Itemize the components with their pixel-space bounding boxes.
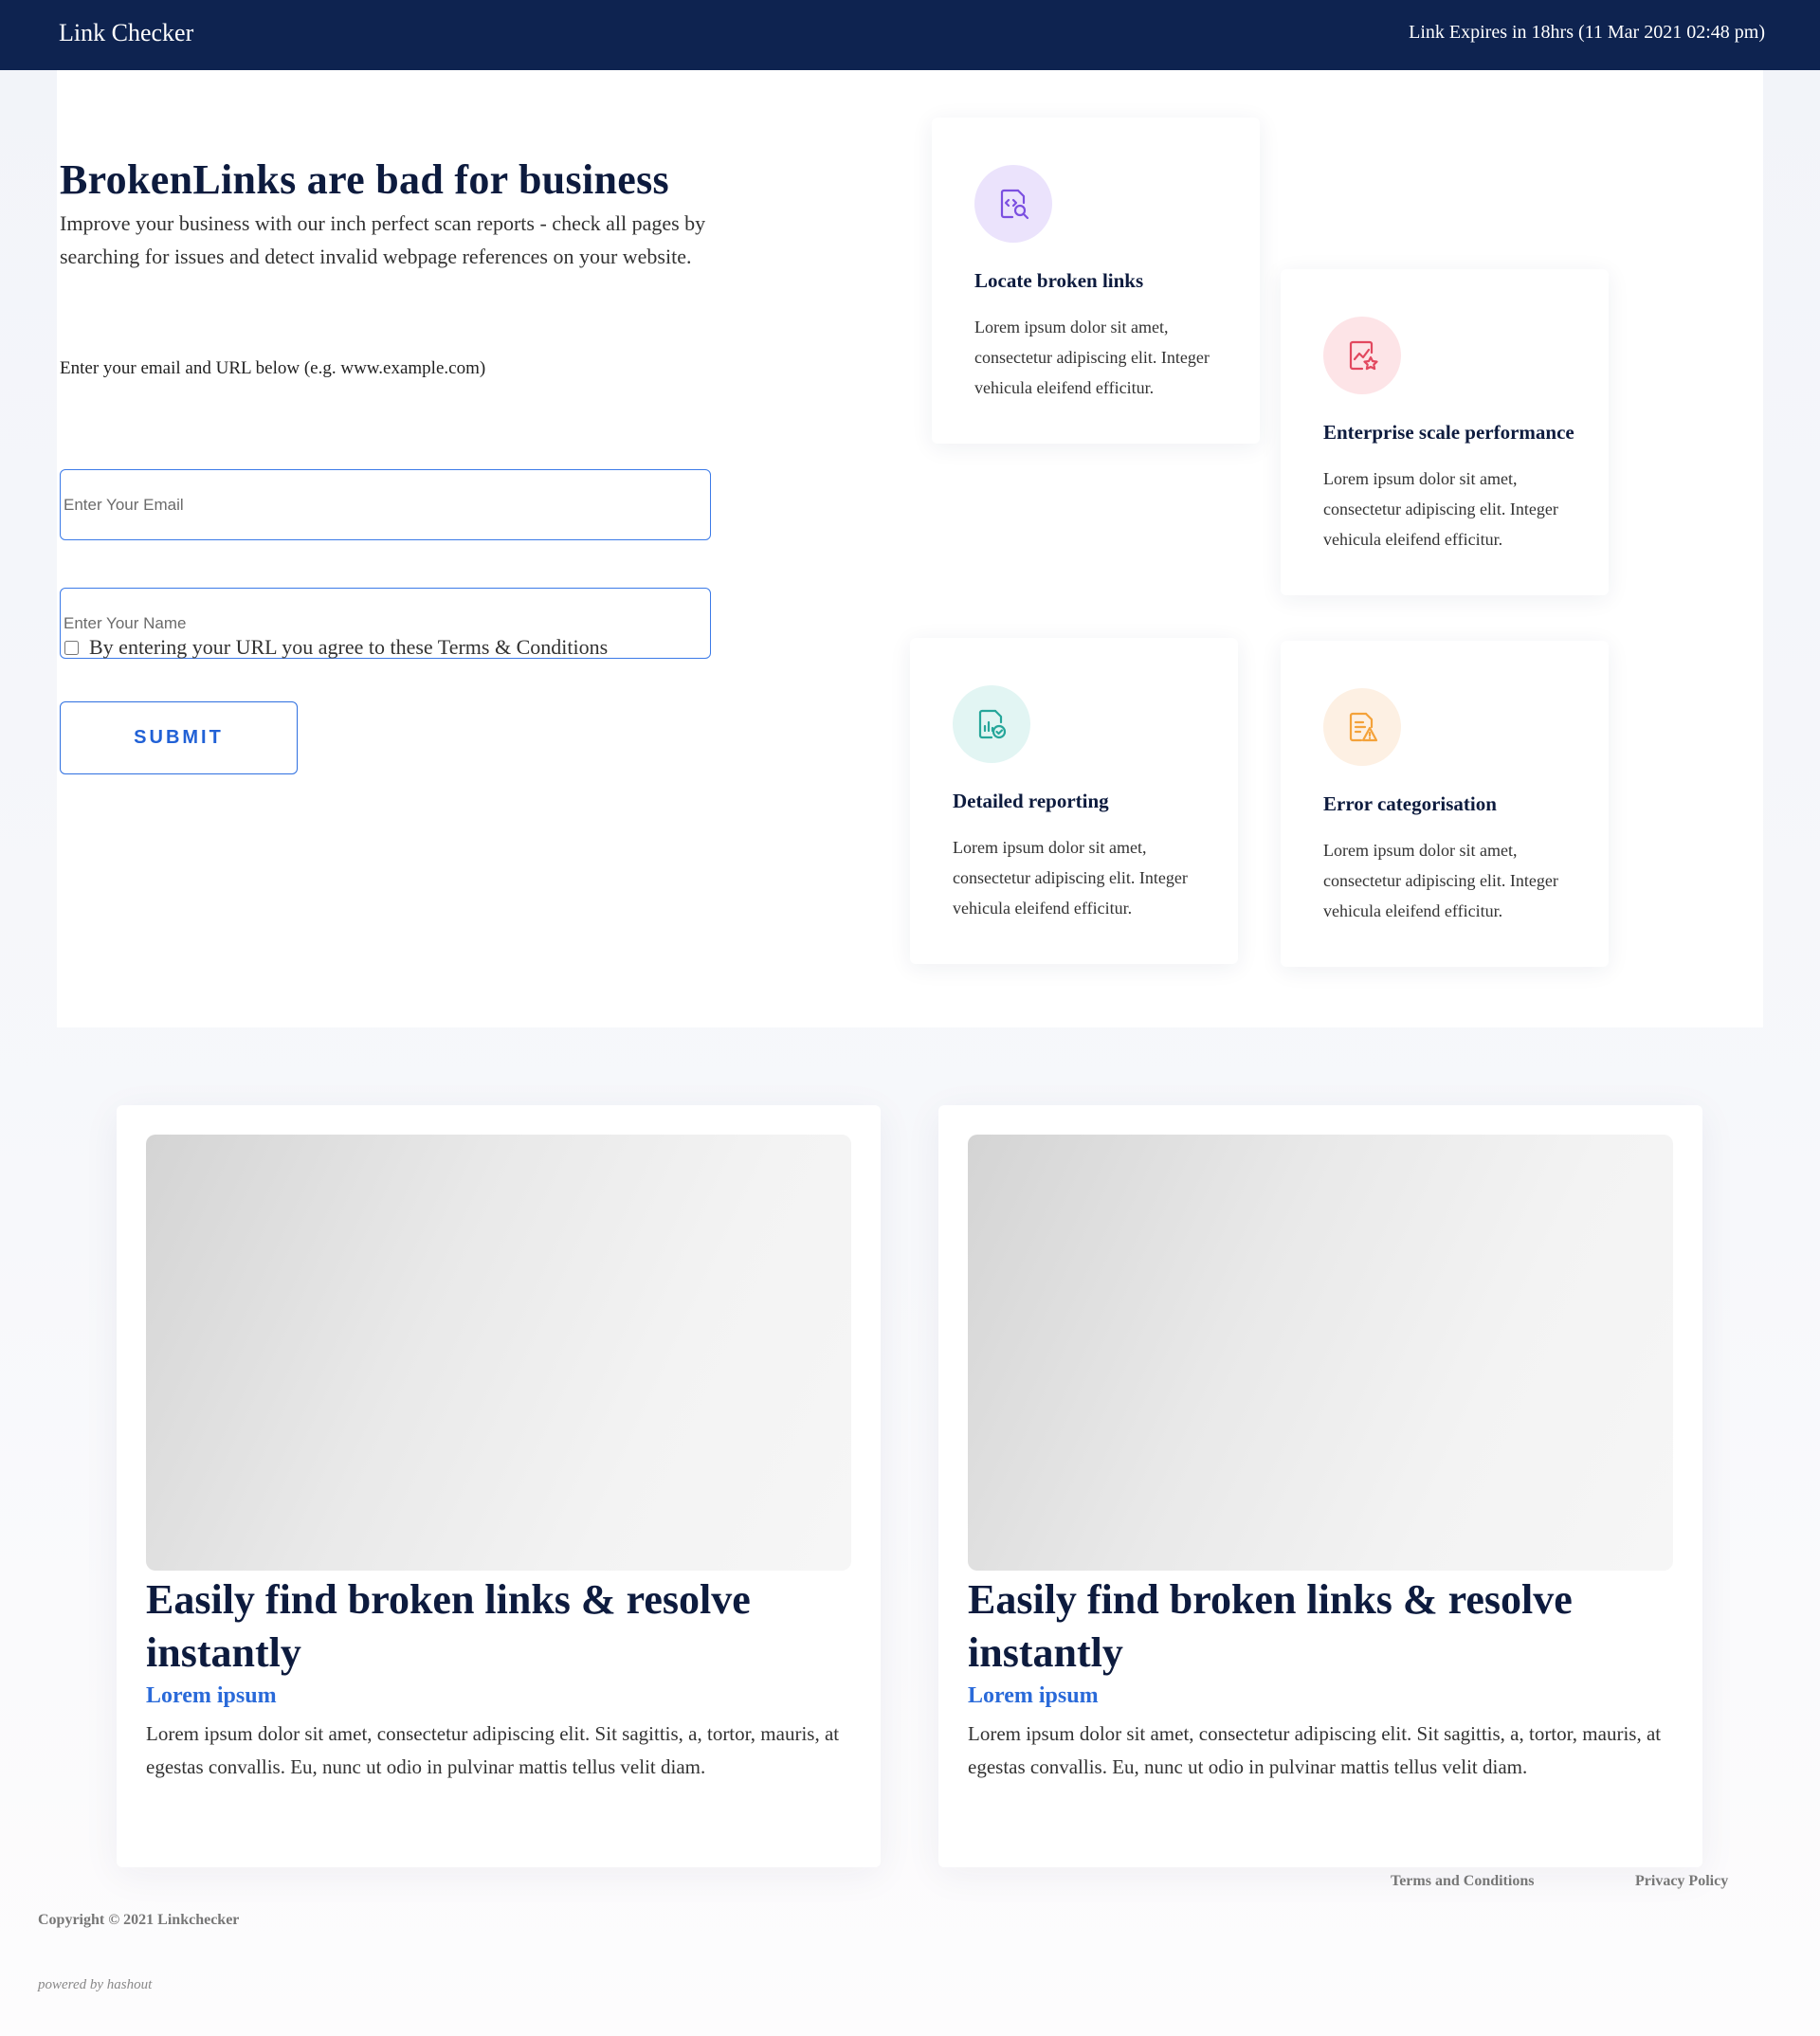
app-title[interactable]: Link Checker <box>59 19 193 47</box>
document-search-icon <box>974 165 1052 243</box>
feature-card-reporting: Detailed reporting Lorem ipsum dolor sit… <box>910 638 1238 964</box>
feature-card-errors: Error categorisation Lorem ipsum dolor s… <box>1281 641 1609 967</box>
feature-title: Error categorisation <box>1323 792 1497 815</box>
top-bar: Link Checker Link Expires in 18hrs (11 M… <box>0 0 1820 70</box>
terms-text: By entering your URL you agree to these … <box>89 635 609 659</box>
feature-description: Lorem ipsum dolor sit amet, consectetur … <box>1323 841 1558 920</box>
feature-title: Locate broken links <box>974 269 1144 292</box>
submit-button[interactable]: SUBMIT <box>60 701 298 774</box>
feature-title: Enterprise scale performance <box>1323 421 1574 444</box>
powered-by: powered by hashout <box>38 1977 153 1992</box>
form-label: Enter your email and URL below (e.g. www… <box>60 358 486 378</box>
feature-description: Lorem ipsum dolor sit amet, consectetur … <box>1323 469 1558 549</box>
terms-checkbox[interactable] <box>64 640 79 655</box>
card-title: Easily find broken links & resolve insta… <box>146 1576 751 1676</box>
card-subtitle: Lorem ipsum <box>968 1683 1099 1708</box>
content-card: Easily find broken links & resolve insta… <box>938 1105 1702 1867</box>
feature-card-enterprise: Enterprise scale performance Lorem ipsum… <box>1281 269 1609 595</box>
privacy-policy-link[interactable]: Privacy Policy <box>1635 1873 1728 1890</box>
feature-card-locate: Locate broken links Lorem ipsum dolor si… <box>932 118 1260 444</box>
card-title: Easily find broken links & resolve insta… <box>968 1576 1573 1676</box>
terms-agreement[interactable]: By entering your URL you agree to these … <box>64 635 608 660</box>
document-warning-icon <box>1323 688 1401 766</box>
card-image <box>146 1135 851 1571</box>
email-field[interactable] <box>60 469 711 540</box>
link-expiry-notice: Link Expires in 18hrs (11 Mar 2021 02:48… <box>1409 22 1765 43</box>
card-text: Lorem ipsum dolor sit amet, consectetur … <box>968 1722 1662 1778</box>
card-image <box>968 1135 1673 1571</box>
chart-star-icon <box>1323 317 1401 394</box>
feature-description: Lorem ipsum dolor sit amet, consectetur … <box>974 318 1210 397</box>
hero-subtitle: Improve your business with our inch perf… <box>60 211 706 268</box>
content-card: Easily find broken links & resolve insta… <box>117 1105 881 1867</box>
copyright-text: Copyright © 2021 Linkchecker <box>38 1912 240 1928</box>
card-text: Lorem ipsum dolor sit amet, consectetur … <box>146 1722 840 1778</box>
hero-title: BrokenLinks are bad for business <box>60 156 669 203</box>
feature-title: Detailed reporting <box>953 790 1109 812</box>
feature-description: Lorem ipsum dolor sit amet, consectetur … <box>953 838 1188 918</box>
report-check-icon <box>953 685 1030 763</box>
terms-link[interactable]: Terms and Conditions <box>1391 1873 1534 1890</box>
card-subtitle: Lorem ipsum <box>146 1683 277 1708</box>
